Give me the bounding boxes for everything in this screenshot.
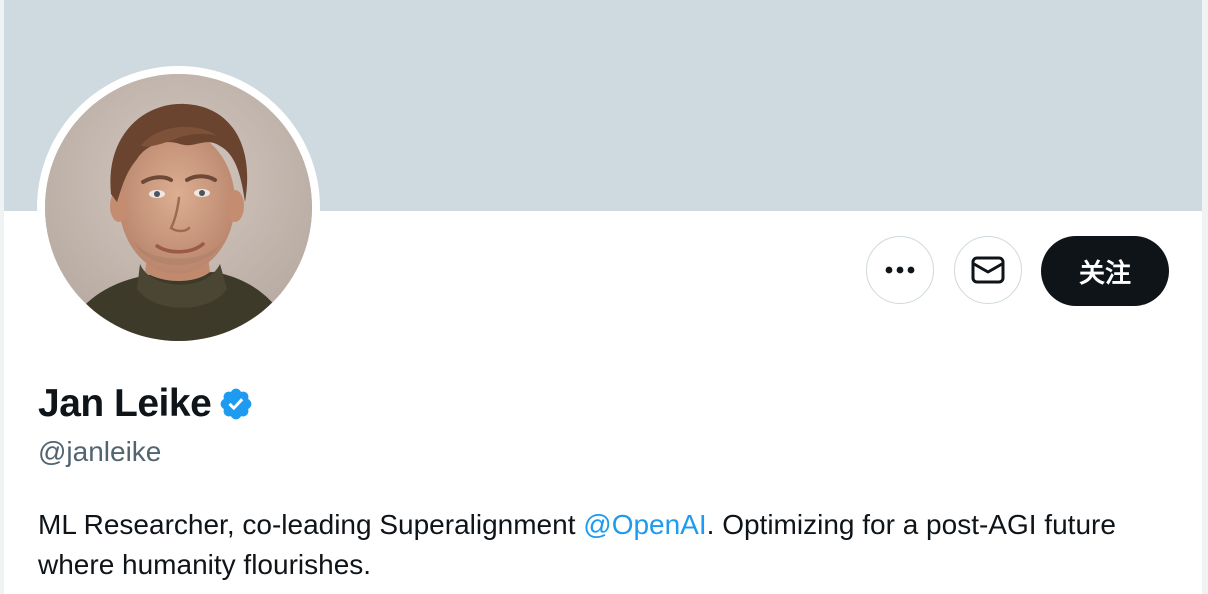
bio-text-start: ML Researcher, co-leading Superalignment [38,509,584,540]
profile-header: 关注 Jan Leike @janleike ML Researcher, co… [0,0,1208,594]
bio-mention-link[interactable]: @OpenAI [583,509,706,540]
envelope-icon [971,256,1005,284]
more-button[interactable] [866,236,934,304]
name-row: Jan Leike [38,378,254,430]
more-horizontal-icon [885,266,915,274]
avatar-photo [45,74,312,341]
avatar-ring [37,66,320,349]
verified-badge-icon[interactable] [218,386,254,422]
avatar[interactable] [45,74,312,341]
follow-button[interactable]: 关注 [1041,236,1169,306]
display-name: Jan Leike [38,382,212,425]
profile-bio: ML Researcher, co-leading Superalignment… [38,505,1168,585]
message-button[interactable] [954,236,1022,304]
profile-handle: @janleike [38,436,162,467]
